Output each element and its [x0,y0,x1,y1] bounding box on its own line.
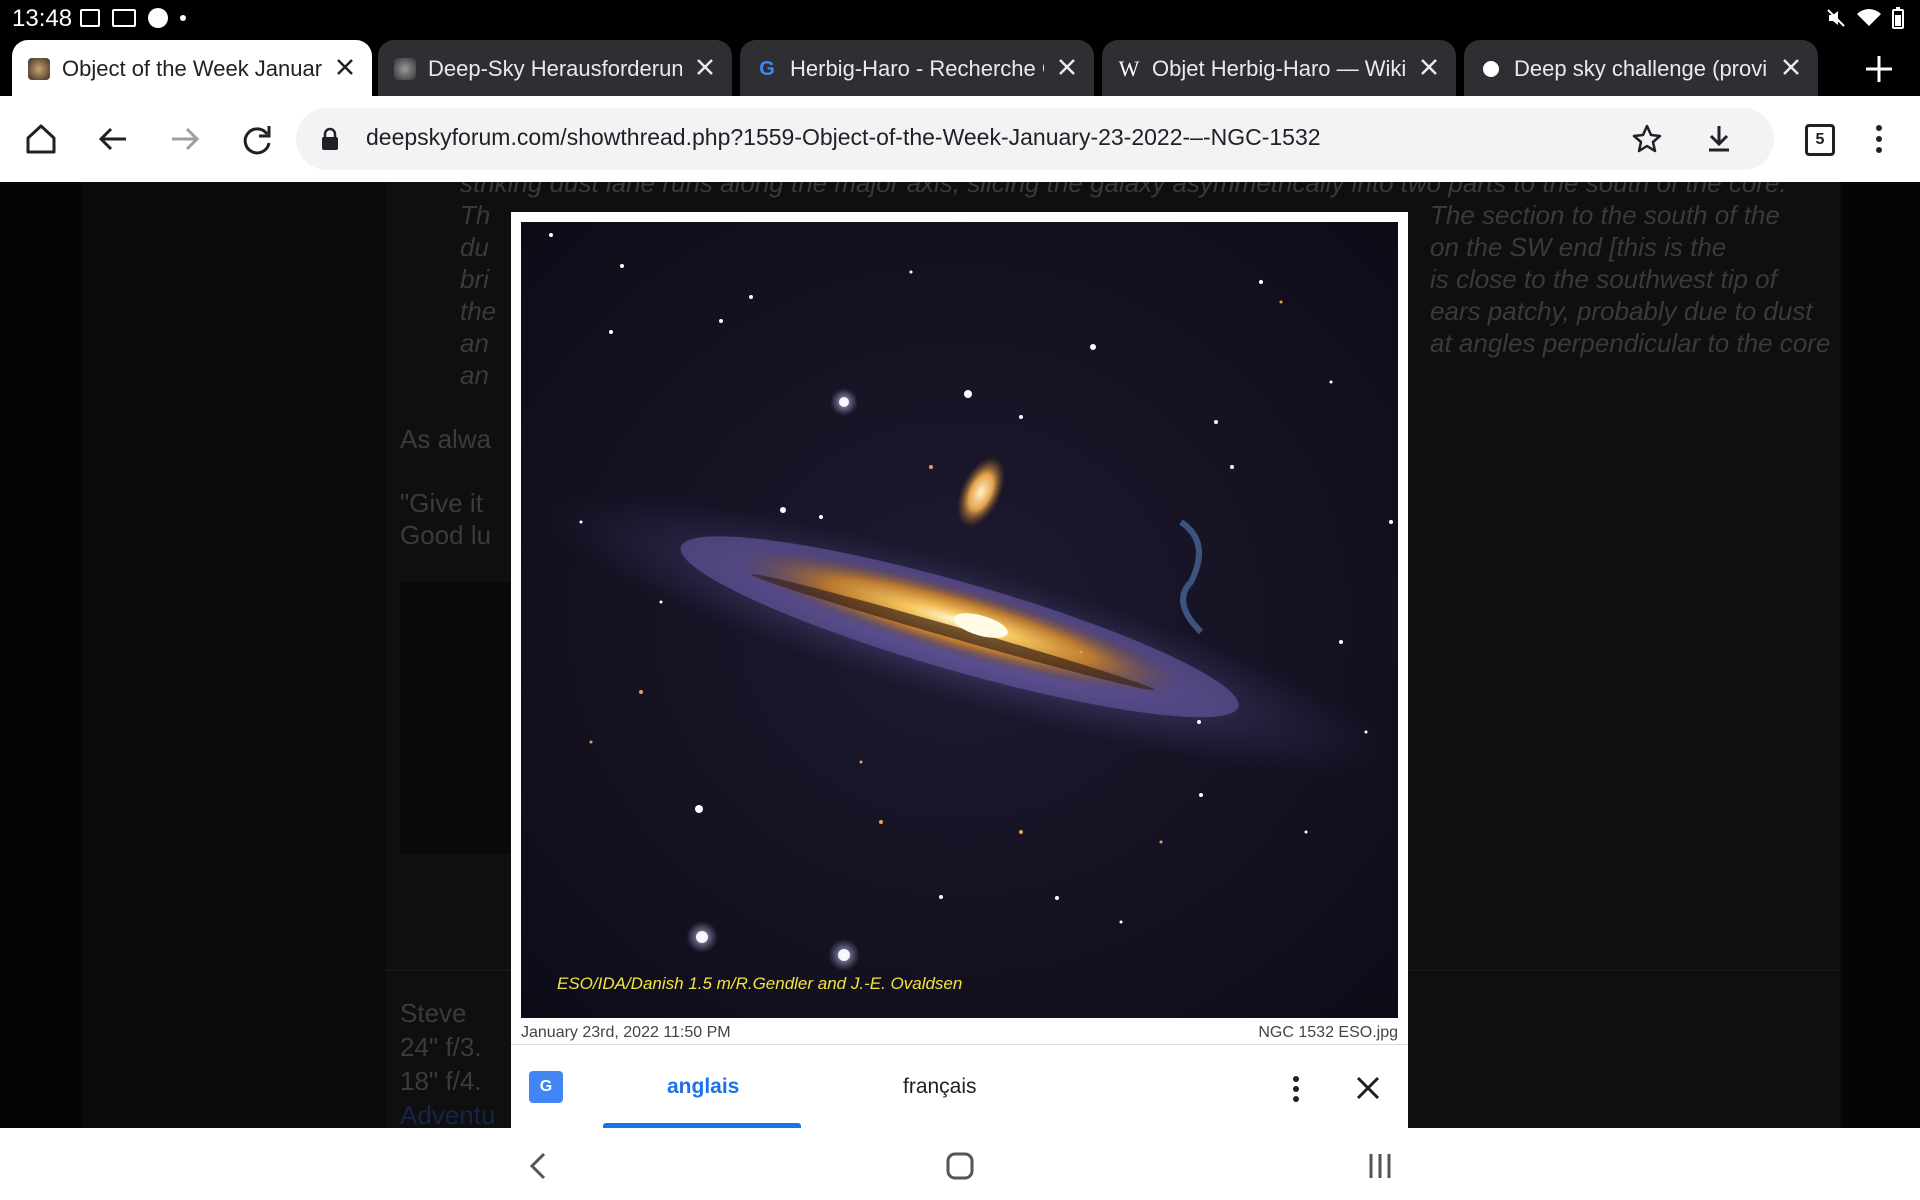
reload-icon[interactable] [236,118,278,160]
target-language-tab[interactable]: français [903,1075,977,1099]
source-language-tab[interactable]: anglais [667,1075,739,1099]
post-text-line: ears patchy, probably due to dust [1430,296,1813,326]
tab-switcher-button[interactable]: 5 [1805,124,1835,156]
tab-title: Object of the Week January 2 [62,56,322,81]
close-tab-icon[interactable] [690,52,720,82]
tab-title: Herbig-Haro - Recherche Goo [790,56,1044,81]
post-text-line: an [460,360,489,390]
mute-icon [1827,9,1845,27]
signature-link[interactable]: Adventu [400,1100,495,1128]
post-text-line: Th [460,200,491,230]
post-text-line: As alwa [400,424,492,454]
navigation-bar [0,1128,1920,1200]
tab-title: Objet Herbig-Haro — Wikipéd [1152,56,1406,81]
back-nav-icon[interactable] [522,1148,558,1184]
pinterest-icon [148,8,168,28]
image-filename: NGC 1532 ESO.jpg [1258,1024,1398,1041]
back-icon[interactable] [92,118,134,160]
spiral-favicon-icon [1480,58,1502,80]
post-text-line: striking dust lane runs along the major … [460,182,1787,198]
system-icons [1826,7,1904,29]
signature-line: 18" f/4. [400,1066,482,1096]
image-icon [80,9,100,27]
galaxy-image [521,222,1398,1018]
download-icon[interactable] [1702,122,1736,156]
google-translate-icon: G [529,1071,563,1103]
post-text-line: du [460,232,489,262]
post-text-line: bri [460,264,489,294]
post-text-line: Good lu [400,520,492,550]
tab-object-of-the-week[interactable]: Object of the Week January 2 [12,40,372,96]
close-tab-icon[interactable] [1052,52,1082,82]
close-tab-icon[interactable] [1776,52,1806,82]
galaxy-favicon-icon [28,58,50,80]
tab-deep-sky-challenge[interactable]: Deep sky challenge (provisoi [1464,40,1818,96]
clock: 13:48 [12,5,73,32]
galaxy-favicon-icon [394,58,416,80]
forward-icon[interactable] [164,118,206,160]
post-text-line: The section to the south of the [1430,200,1780,230]
counter-icon [112,9,136,27]
new-tab-icon[interactable] [1862,52,1896,86]
tab-strip: Object of the Week January 2 Deep-Sky He… [0,36,1920,96]
tab-title: Deep-Sky Herausforderungen [428,56,682,81]
signature-line: Steve [400,998,467,1028]
wikipedia-icon: W [1118,56,1140,81]
post-text-line: is close to the southwest tip of [1430,264,1777,294]
post-thumbnail [400,582,510,854]
close-tab-icon[interactable] [330,52,360,82]
image-lightbox: ESO/IDA/Danish 1.5 m/R.Gendler and J.-E.… [511,212,1408,1044]
menu-kebab-icon[interactable] [1858,118,1900,160]
post-text-line: the [460,296,497,326]
post-text-line: on the SW end [this is the [1430,232,1727,262]
photo-credit: ESO/IDA/Danish 1.5 m/R.Gendler and J.-E.… [557,974,963,993]
notification-icons [80,8,186,28]
translate-menu-icon[interactable] [1286,1073,1306,1105]
status-bar: 13:48 [0,0,1920,36]
post-text-line: "Give it [400,488,483,518]
translate-bar: G anglais français [511,1044,1408,1129]
browser-toolbar: deepskyforum.com/showthread.php?1559-Obj… [0,96,1920,183]
dot-icon [180,15,186,21]
bookmark-star-icon[interactable] [1630,122,1664,156]
tab-objet-herbig-haro-wikipedia[interactable]: W Objet Herbig-Haro — Wikipéd [1102,40,1456,96]
lock-icon[interactable] [320,127,340,151]
galaxy-photo[interactable]: ESO/IDA/Danish 1.5 m/R.Gendler and J.-E.… [521,222,1398,1018]
image-date: January 23rd, 2022 11:50 PM [521,1024,731,1041]
close-translate-icon[interactable] [1353,1073,1383,1103]
close-tab-icon[interactable] [1414,52,1444,82]
url-text[interactable]: deepskyforum.com/showthread.php?1559-Obj… [366,124,1321,151]
signature-line: 24" f/3. [400,1032,482,1062]
battery-icon [1892,7,1904,29]
recents-nav-icon[interactable] [1362,1148,1398,1184]
wifi-icon [1857,9,1881,26]
tab-herbig-haro-recherche[interactable]: G Herbig-Haro - Recherche Goo [740,40,1094,96]
post-text-line: at angles perpendicular to the core [1430,328,1831,358]
address-bar[interactable]: deepskyforum.com/showthread.php?1559-Obj… [296,108,1774,170]
home-icon[interactable] [20,118,62,160]
google-icon: G [756,58,778,80]
tab-deep-sky-herausforderungen[interactable]: Deep-Sky Herausforderungen [378,40,732,96]
post-text-line: an [460,328,489,358]
home-nav-icon[interactable] [942,1148,978,1184]
tab-title: Deep sky challenge (provisoi [1514,56,1768,81]
